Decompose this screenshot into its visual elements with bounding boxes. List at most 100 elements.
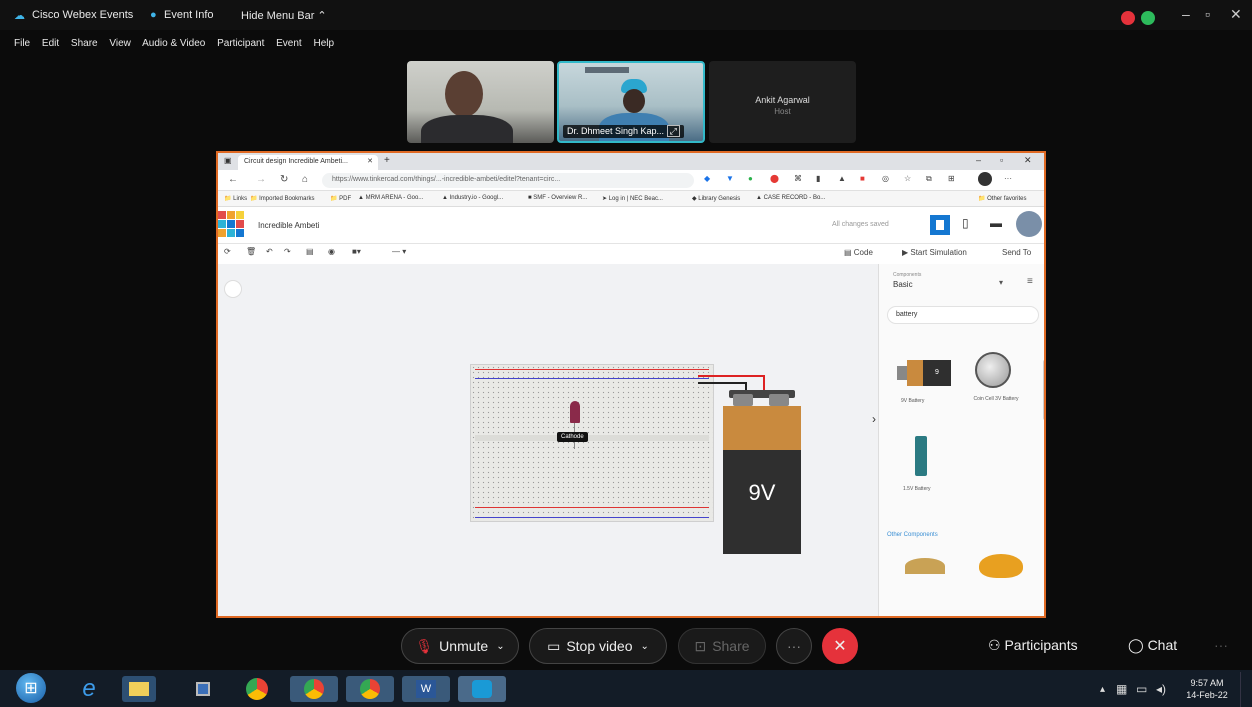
bookmark-nec[interactable]: ➤ Log in | NEC Beac... <box>602 195 663 202</box>
bookmark-pdf[interactable]: 📁 PDF <box>330 195 351 202</box>
more-options-button[interactable]: ··· <box>776 628 812 664</box>
bookmark-smf[interactable]: ■ SMF - Overview R... <box>528 195 587 201</box>
menu-event[interactable]: Event <box>276 38 302 49</box>
start-button-icon[interactable]: ⊞ <box>16 673 46 703</box>
menu-participant[interactable]: Participant <box>217 38 264 49</box>
word-icon[interactable]: W <box>402 676 450 702</box>
extension-icon[interactable]: ◎ <box>882 174 889 183</box>
aa-battery-thumb[interactable] <box>915 436 927 476</box>
chevron-down-icon[interactable]: ⌄ <box>641 641 649 652</box>
bookmark-links[interactable]: 📁 Links <box>224 195 247 202</box>
circuit-canvas[interactable]: Cathode 9V › <box>218 264 878 616</box>
forward-icon[interactable]: → <box>256 174 266 185</box>
panel-scrollbar[interactable] <box>1043 360 1044 420</box>
send-to-button[interactable]: Send To <box>1002 248 1031 257</box>
share-button[interactable]: ⊡ Share <box>678 628 766 664</box>
show-desktop-button[interactable] <box>1240 672 1252 707</box>
component-list-icon[interactable]: ▬ <box>990 216 1002 230</box>
rotate-icon[interactable]: ⟳ <box>224 247 231 256</box>
component-thumb[interactable] <box>979 554 1023 578</box>
unmute-button[interactable]: 🎙 Unmute ⌄ <box>401 628 519 664</box>
extension-icon[interactable]: ■ <box>860 174 865 183</box>
component-search-input[interactable]: battery <box>887 306 1039 324</box>
tray-clock[interactable]: 9:57 AM 14-Feb-22 <box>1184 677 1230 701</box>
other-components-link[interactable]: Other Components <box>887 532 938 538</box>
extension-icon[interactable]: ▼ <box>726 174 734 183</box>
browser-restore-icon[interactable]: ▫ <box>1000 155 1003 165</box>
bookmark-mrm[interactable]: ▲ MRM ARENA - Goo... <box>358 195 423 201</box>
video-tile-2[interactable]: Dr. Dhmeet Singh Kap... ⤢ <box>557 61 705 143</box>
chat-button[interactable]: ◯ Chat <box>1128 637 1177 654</box>
undo-icon[interactable]: ↶ <box>266 247 273 256</box>
schematic-view-icon[interactable]: ▯ <box>962 216 969 230</box>
tab-close-icon[interactable]: ✕ <box>367 157 373 165</box>
close-icon[interactable]: ✕ <box>1230 6 1242 23</box>
fullscreen-icon[interactable]: ⤢ <box>666 125 680 137</box>
redo-icon[interactable]: ↷ <box>284 247 291 256</box>
extension-icon[interactable]: ⊞ <box>948 174 955 183</box>
battery-status-icon[interactable]: ▭ <box>1136 682 1147 696</box>
9v-battery[interactable]: 9V <box>723 390 801 556</box>
browser-minimize-icon[interactable]: – <box>976 155 981 165</box>
chevron-down-icon[interactable]: ⌄ <box>496 641 504 652</box>
bookmark-imported[interactable]: 📁 Imported Bookmarks <box>250 195 315 202</box>
components-select[interactable]: Basic <box>893 280 913 289</box>
component-thumb[interactable] <box>905 558 945 574</box>
menu-file[interactable]: File <box>14 38 30 49</box>
view-icon[interactable]: ◉ <box>328 247 335 256</box>
extension-icon[interactable]: ▮ <box>816 174 820 183</box>
chrome-window-icon[interactable] <box>346 676 394 702</box>
9v-battery-thumb[interactable]: 9 <box>897 360 951 386</box>
menu-audio-video[interactable]: Audio & Video <box>142 38 205 49</box>
panel-collapse-icon[interactable]: › <box>872 412 876 426</box>
chrome-icon[interactable] <box>240 676 274 702</box>
event-info-button[interactable]: Event Info <box>164 9 214 21</box>
stop-video-button[interactable]: ▭ Stop video ⌄ <box>529 628 667 664</box>
list-view-icon[interactable]: ≡ <box>1027 276 1033 287</box>
back-icon[interactable]: ← <box>228 174 238 185</box>
minimize-icon[interactable]: – <box>1182 6 1190 22</box>
more-icon[interactable]: ··· <box>1214 637 1228 653</box>
start-simulation-button[interactable]: ▶ Start Simulation <box>902 248 967 257</box>
profile-avatar[interactable] <box>978 172 992 186</box>
network-icon[interactable]: ▦ <box>1116 682 1127 696</box>
video-tile-3[interactable]: Ankit Agarwal Host <box>709 61 856 143</box>
bookmark-industry[interactable]: ▲ Industry.io - Googl... <box>442 195 503 201</box>
bookmark-case-record[interactable]: ▲ CASE RECORD - Bo... <box>756 195 825 201</box>
circuit-view-button[interactable] <box>930 215 950 235</box>
browser-close-icon[interactable]: ✕ <box>1024 155 1032 166</box>
extension-icon[interactable]: ▲ <box>838 174 846 183</box>
delete-icon[interactable]: 🗑 <box>246 247 256 256</box>
browser-more-icon[interactable]: ··· <box>1004 174 1012 183</box>
extension-icon[interactable]: ⌘ <box>794 174 802 183</box>
tray-expand-icon[interactable]: ▴ <box>1100 684 1105 695</box>
user-avatar[interactable] <box>1016 211 1042 237</box>
internet-explorer-icon[interactable]: e <box>72 675 106 702</box>
restore-icon[interactable]: ▫ <box>1205 6 1210 22</box>
file-explorer-icon[interactable] <box>122 676 156 702</box>
participants-button[interactable]: ⚇ Participants <box>988 637 1078 654</box>
breadboard[interactable]: Cathode <box>470 364 714 522</box>
dropdown-chevron-icon[interactable]: ▾ <box>999 278 1003 287</box>
menu-edit[interactable]: Edit <box>42 38 59 49</box>
collections-icon[interactable]: ⧉ <box>926 174 932 184</box>
hide-menu-button[interactable]: Hide Menu Bar ⌃ <box>241 9 327 22</box>
notes-icon[interactable]: ▤ <box>306 247 314 256</box>
led-component[interactable] <box>570 401 580 423</box>
wire-type-icon[interactable]: — ▾ <box>392 247 406 256</box>
home-icon[interactable]: ⌂ <box>302 174 308 185</box>
code-button[interactable]: ▤ Code <box>844 248 873 257</box>
color-picker-icon[interactable]: ■▾ <box>352 247 361 256</box>
window-menu-icon[interactable]: ▣ <box>224 156 232 165</box>
extension-icon[interactable]: ● <box>748 174 753 183</box>
menu-help[interactable]: Help <box>314 38 335 49</box>
coin-cell-thumb[interactable] <box>975 352 1011 388</box>
chrome-window-icon[interactable] <box>290 676 338 702</box>
webex-taskbar-icon[interactable] <box>458 676 506 702</box>
bookmark-other[interactable]: 📁 Other favorites <box>978 195 1027 202</box>
project-title[interactable]: Incredible Ambeti <box>258 221 319 230</box>
bookmark-libgen[interactable]: ◆ Library Genesis <box>692 195 740 202</box>
end-meeting-button[interactable]: ✕ <box>822 628 858 664</box>
video-tile-1[interactable] <box>407 61 554 143</box>
address-bar[interactable]: https://www.tinkercad.com/things/...-inc… <box>322 173 694 188</box>
